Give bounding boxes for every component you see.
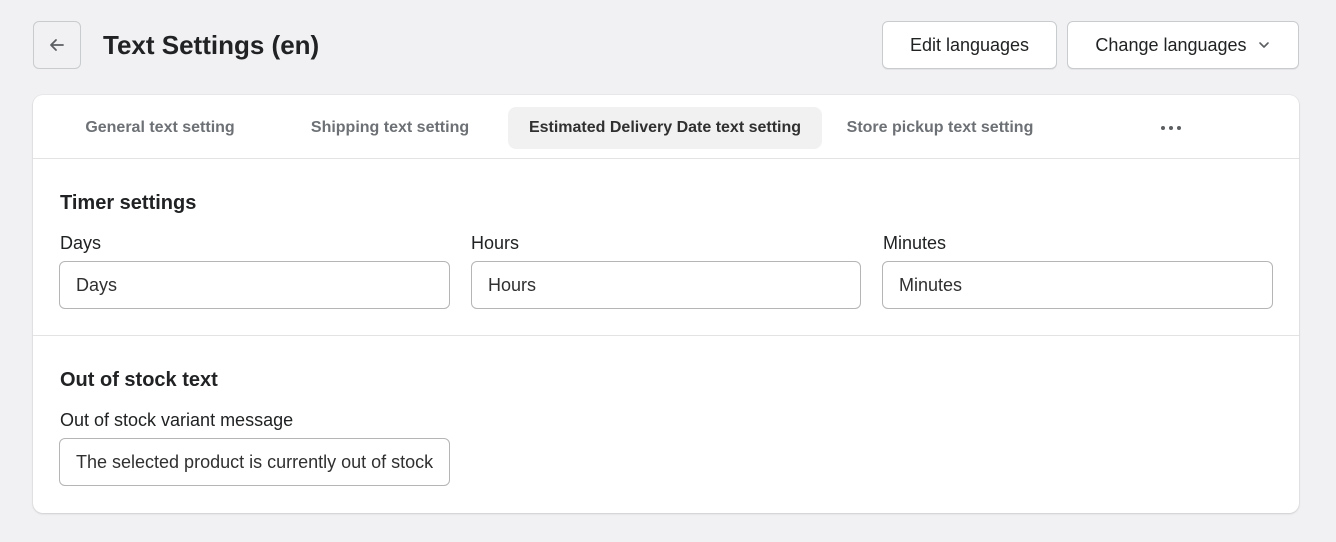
back-button[interactable] (33, 21, 81, 69)
hours-input[interactable] (471, 261, 861, 309)
edit-languages-label: Edit languages (909, 34, 1030, 55)
chevron-down-icon (1258, 42, 1269, 48)
tab-estimated-delivery-date-text-setting[interactable]: Estimated Delivery Date text setting (508, 107, 822, 149)
ellipsis-horizontal-icon (1161, 126, 1181, 130)
change-languages-button[interactable]: Change languages (1067, 21, 1299, 69)
days-label: Days (60, 233, 102, 253)
out-of-stock-message-input[interactable] (59, 438, 450, 486)
out-of-stock-section: Out of stock text Out of stock variant m… (33, 336, 1299, 513)
out-of-stock-message-label: Out of stock variant message (60, 410, 294, 430)
minutes-input[interactable] (882, 261, 1273, 309)
change-languages-label: Change languages (1095, 34, 1247, 55)
tab-shipping-text-setting[interactable]: Shipping text setting (289, 107, 491, 149)
tab-store-pickup-text-setting[interactable]: Store pickup text setting (830, 107, 1050, 149)
page-header: Text Settings (en) Edit languages Change… (33, 21, 1299, 69)
edit-languages-button[interactable]: Edit languages (882, 21, 1057, 69)
minutes-label: Minutes (883, 233, 947, 253)
timer-settings-section: Timer settings Days Hours Minutes (33, 159, 1299, 336)
tab-general-text-setting[interactable]: General text setting (63, 107, 257, 149)
tab-bar: General text setting Shipping text setti… (33, 95, 1299, 159)
more-tabs-button[interactable] (1151, 107, 1191, 149)
days-input[interactable] (59, 261, 450, 309)
hours-label: Hours (471, 233, 520, 253)
settings-card: General text setting Shipping text setti… (33, 95, 1299, 513)
out-of-stock-title: Out of stock text (60, 369, 218, 391)
arrow-left-icon (50, 39, 64, 51)
timer-settings-title: Timer settings (60, 192, 197, 214)
page-title: Text Settings (en) (103, 30, 320, 60)
